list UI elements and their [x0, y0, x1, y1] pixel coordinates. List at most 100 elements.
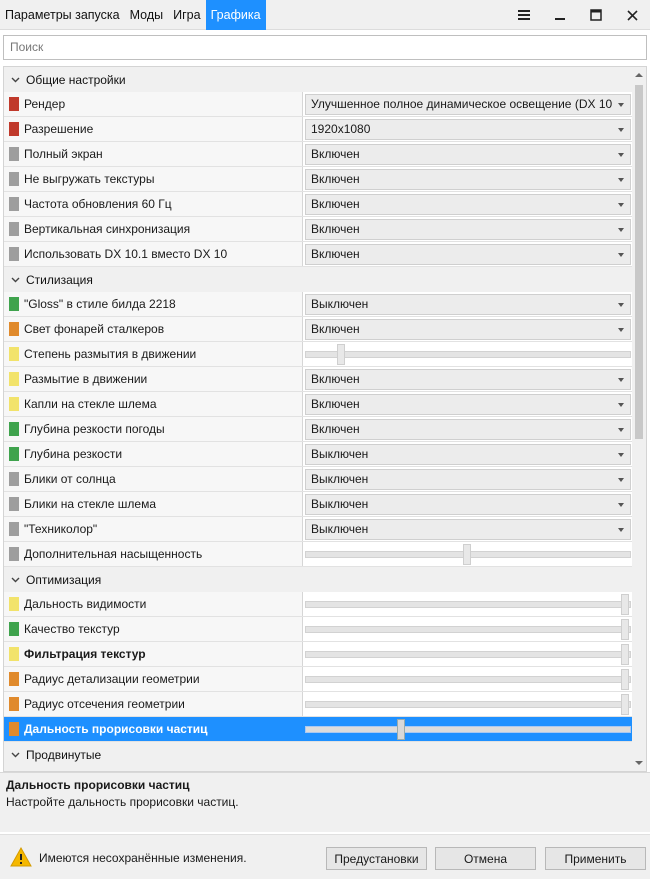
property-name-cell[interactable]: Дополнительная насыщенность [4, 542, 303, 566]
property-row[interactable]: Глубина резкости погоды Включен [4, 417, 633, 442]
property-name-cell[interactable]: Радиус детализации геометрии [4, 667, 303, 691]
value-dropdown[interactable]: Выключен [305, 468, 631, 490]
tab-0[interactable]: Параметры запуска [0, 0, 125, 30]
minimize-icon[interactable] [542, 0, 578, 30]
property-name-cell[interactable]: Свет фонарей сталкеров [4, 317, 303, 341]
property-name-cell[interactable]: Не выгружать текстуры [4, 167, 303, 191]
property-row[interactable]: Разрешение 1920x1080 [4, 117, 633, 142]
value-dropdown[interactable]: Включен [305, 368, 631, 390]
value-dropdown[interactable]: Включен [305, 168, 631, 190]
value-slider[interactable] [305, 693, 631, 715]
value-dropdown[interactable]: Выключен [305, 293, 631, 315]
category-header[interactable]: Оптимизация [4, 567, 633, 592]
slider-thumb[interactable] [397, 718, 405, 740]
value-dropdown[interactable]: Включен [305, 143, 631, 165]
property-name-cell[interactable]: Качество текстур [4, 617, 303, 641]
apply-button[interactable]: Применить [545, 847, 646, 870]
slider-track[interactable] [305, 625, 631, 633]
maximize-icon[interactable] [578, 0, 614, 30]
property-name-cell[interactable]: Радиус отсечения геометрии [4, 692, 303, 716]
property-row[interactable]: Блики на стекле шлема Выключен [4, 492, 633, 517]
value-dropdown[interactable]: Выключен [305, 443, 631, 465]
value-dropdown[interactable]: Включен [305, 218, 631, 240]
category-header[interactable]: Продвинутые [4, 742, 633, 767]
value-dropdown[interactable]: Выключен [305, 518, 631, 540]
search-input[interactable]: Поиск [3, 35, 647, 60]
value-dropdown[interactable]: Улучшенное полное динамическое освещение… [305, 93, 631, 115]
property-row[interactable]: Вертикальная синхронизация Включен [4, 217, 633, 242]
property-name-cell[interactable]: Полный экран [4, 142, 303, 166]
property-name-cell[interactable]: Рендер [4, 92, 303, 116]
menu-icon[interactable] [506, 0, 542, 30]
value-slider[interactable] [305, 343, 631, 365]
slider-track[interactable] [305, 600, 631, 608]
slider-track[interactable] [305, 700, 631, 708]
property-row[interactable]: Радиус детализации геометрии [4, 667, 633, 692]
property-name-cell[interactable]: Разрешение [4, 117, 303, 141]
value-slider[interactable] [305, 643, 631, 665]
property-row[interactable]: Дальность прорисовки частиц [4, 717, 633, 742]
value-dropdown[interactable]: Включен [305, 318, 631, 340]
value-slider[interactable] [305, 668, 631, 690]
property-row[interactable]: Радиус отсечения геометрии [4, 692, 633, 717]
property-name-cell[interactable]: Глубина резкости погоды [4, 417, 303, 441]
slider-thumb[interactable] [337, 343, 345, 365]
slider-thumb[interactable] [621, 643, 629, 665]
property-row[interactable]: Рендер Улучшенное полное динамическое осв… [4, 92, 633, 117]
value-dropdown[interactable]: Выключен [305, 493, 631, 515]
vertical-scrollbar[interactable] [632, 67, 646, 771]
property-row[interactable]: Полный экран Включен [4, 142, 633, 167]
category-header[interactable]: Стилизация [4, 267, 633, 292]
property-name-cell[interactable]: Дальность прорисовки частиц [4, 717, 303, 741]
property-name-cell[interactable]: Блики на стекле шлема [4, 492, 303, 516]
property-name-cell[interactable]: Использовать DX 10.1 вместо DX 10 [4, 242, 303, 266]
slider-track[interactable] [305, 675, 631, 683]
property-row[interactable]: Свет фонарей сталкеров Включен [4, 317, 633, 342]
property-row[interactable]: Не выгружать текстуры Включен [4, 167, 633, 192]
slider-track[interactable] [305, 350, 631, 358]
property-name-cell[interactable]: Капли на стекле шлема [4, 392, 303, 416]
chevron-down-icon[interactable] [4, 67, 26, 92]
scroll-thumb[interactable] [635, 85, 643, 439]
property-name-cell[interactable]: Глубина резкости [4, 442, 303, 466]
chevron-down-icon[interactable] [4, 742, 26, 767]
property-name-cell[interactable]: Вертикальная синхронизация [4, 217, 303, 241]
tab-3[interactable]: Графика [205, 0, 266, 30]
scroll-up-icon[interactable] [635, 73, 643, 77]
chevron-down-icon[interactable] [4, 267, 26, 292]
property-name-cell[interactable]: "Техниколор" [4, 517, 303, 541]
property-name-cell[interactable]: Дальность видимости [4, 592, 303, 616]
slider-track[interactable] [305, 725, 631, 733]
property-row[interactable]: Блики от солнца Выключен [4, 467, 633, 492]
property-name-cell[interactable]: Блики от солнца [4, 467, 303, 491]
close-icon[interactable] [614, 0, 650, 30]
property-name-cell[interactable]: Размытие в движении [4, 367, 303, 391]
value-dropdown[interactable]: Включен [305, 418, 631, 440]
property-row[interactable]: "Техниколор" Выключен [4, 517, 633, 542]
slider-thumb[interactable] [621, 618, 629, 640]
slider-thumb[interactable] [463, 543, 471, 565]
property-row[interactable]: Частота обновления 60 Гц Включен [4, 192, 633, 217]
presets-button[interactable]: Предустановки [326, 847, 427, 870]
property-row[interactable]: Глубина резкости Выключен [4, 442, 633, 467]
category-header[interactable]: Общие настройки [4, 67, 633, 92]
property-row[interactable]: Дополнительная насыщенность [4, 542, 633, 567]
tab-2[interactable]: Игра [168, 0, 205, 30]
slider-thumb[interactable] [621, 593, 629, 615]
slider-track[interactable] [305, 650, 631, 658]
slider-thumb[interactable] [621, 693, 629, 715]
chevron-down-icon[interactable] [4, 567, 26, 592]
value-slider[interactable] [305, 543, 631, 565]
property-row[interactable]: Использовать DX 10.1 вместо DX 10 Включен [4, 242, 633, 267]
tab-1[interactable]: Моды [125, 0, 169, 30]
property-row[interactable]: Капли на стекле шлема Включен [4, 392, 633, 417]
value-slider[interactable] [305, 593, 631, 615]
property-row[interactable]: Размытие в движении Включен [4, 367, 633, 392]
value-dropdown[interactable]: Включен [305, 193, 631, 215]
property-name-cell[interactable]: Частота обновления 60 Гц [4, 192, 303, 216]
property-row[interactable]: Качество текстур [4, 617, 633, 642]
property-name-cell[interactable]: "Gloss" в стиле билда 2218 [4, 292, 303, 316]
value-slider[interactable] [305, 618, 631, 640]
property-row[interactable]: Дальность видимости [4, 592, 633, 617]
value-dropdown[interactable]: Включен [305, 393, 631, 415]
